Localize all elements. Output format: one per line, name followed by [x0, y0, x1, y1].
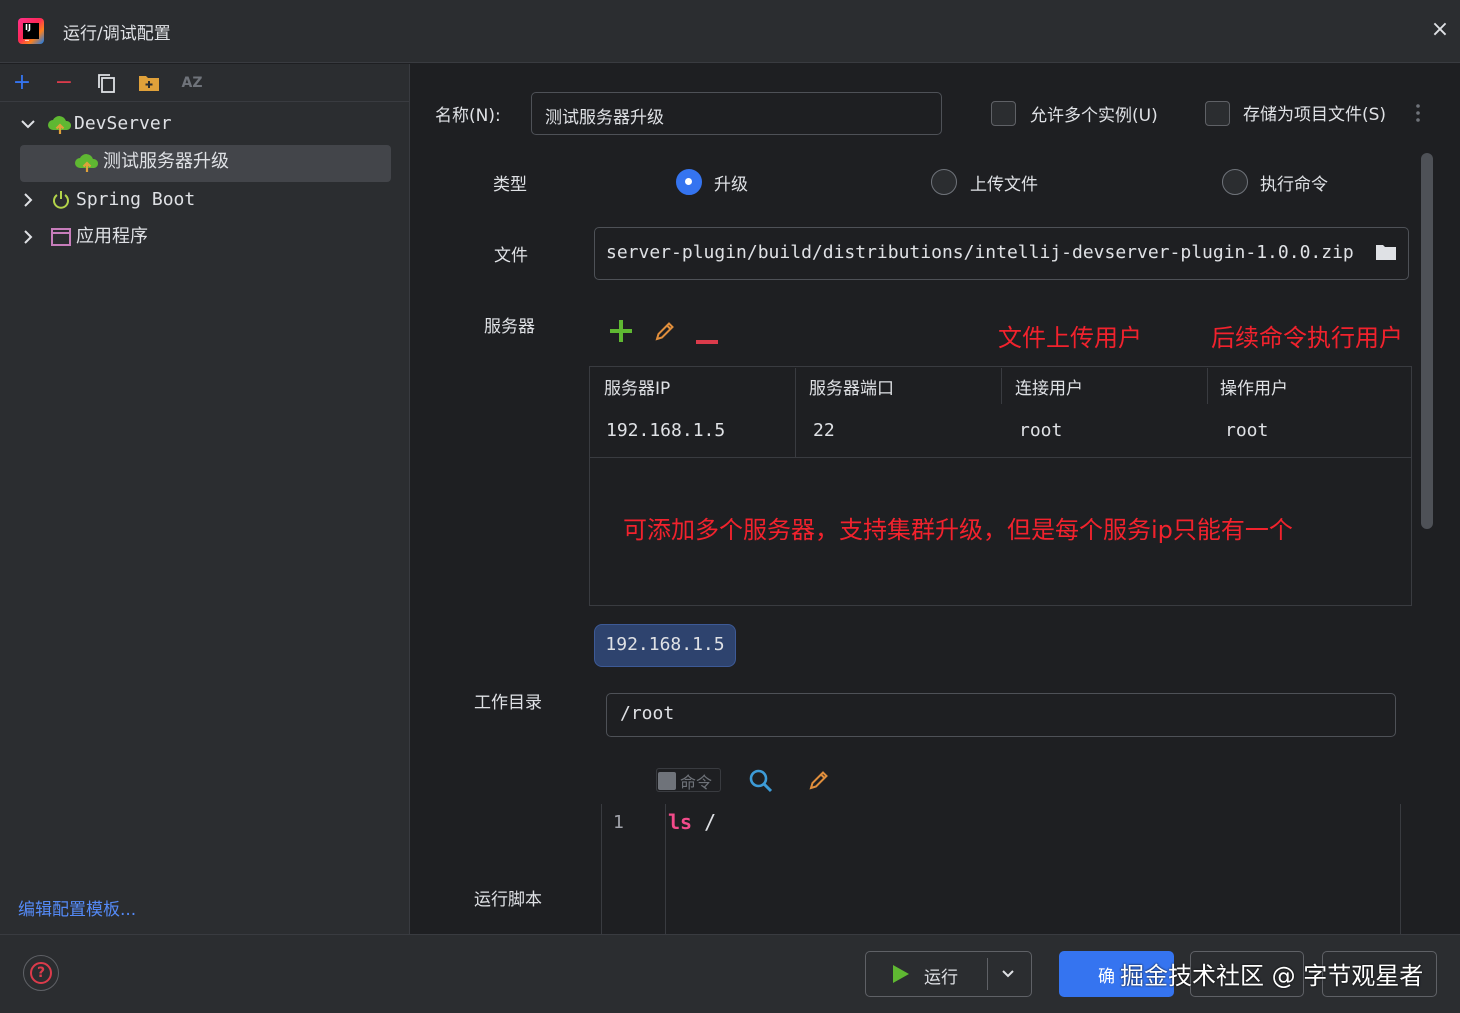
file-path-input[interactable]: server-plugin/build/distributions/intell…	[594, 227, 1409, 280]
name-input-value: 测试服务器升级	[545, 108, 664, 128]
column-divider	[795, 404, 796, 457]
line-number: 1	[613, 812, 624, 833]
watermark-text: 掘金技术社区 @ 字节观星者	[1120, 962, 1424, 990]
search-icon[interactable]	[748, 768, 774, 799]
more-options-icon[interactable]	[1415, 103, 1421, 123]
close-icon[interactable]: ×	[1428, 18, 1452, 42]
table-header[interactable]: 操作用户	[1220, 374, 1288, 399]
tree-item-label: Spring Boot	[76, 189, 196, 210]
edit-server-icon[interactable]	[653, 319, 677, 348]
row-divider	[590, 457, 1411, 458]
type-radio-upload[interactable]	[931, 169, 957, 195]
edit-script-icon[interactable]	[807, 768, 831, 797]
allow-multiple-label: 允许多个实例(U)	[1030, 106, 1158, 126]
store-as-file-label: 存储为项目文件(S)	[1243, 105, 1387, 125]
chevron-down-icon[interactable]	[1000, 965, 1016, 986]
workdir-label: 工作目录	[474, 693, 542, 713]
new-folder-icon[interactable]	[136, 70, 162, 96]
play-icon	[892, 964, 910, 989]
type-radio-exec[interactable]	[1222, 169, 1248, 195]
command-checkbox[interactable]	[658, 772, 676, 790]
annotation-upload-user: 文件上传用户	[998, 324, 1142, 352]
type-label: 类型	[493, 175, 527, 195]
run-script-label: 运行脚本	[474, 890, 542, 910]
help-icon: ?	[30, 962, 52, 984]
table-cell-ip[interactable]: 192.168.1.5	[606, 420, 725, 441]
tree-item-test-server-upgrade[interactable]: 测试服务器升级	[20, 144, 391, 180]
workdir-input[interactable]: /root	[606, 693, 1396, 737]
table-cell-conn-user[interactable]: root	[1019, 420, 1062, 441]
column-divider[interactable]	[1001, 368, 1002, 404]
tree-item-label: 应用程序	[76, 226, 148, 247]
command-label: 命令	[680, 773, 713, 792]
column-divider[interactable]	[795, 368, 796, 404]
sort-alpha-icon[interactable]: AZ	[179, 70, 205, 96]
editor-gutter-divider	[665, 804, 666, 934]
servers-label: 服务器	[484, 317, 535, 337]
window-title: 运行/调试配置	[63, 24, 171, 44]
vertical-scrollbar[interactable]	[1421, 153, 1433, 529]
remove-server-icon[interactable]	[696, 329, 718, 349]
file-label: 文件	[494, 246, 528, 266]
remove-config-icon[interactable]: −	[51, 70, 77, 96]
store-as-file-checkbox[interactable]	[1205, 101, 1230, 126]
file-path-value: server-plugin/build/distributions/intell…	[606, 242, 1354, 263]
edit-config-templates-link[interactable]: 编辑配置模板...	[18, 895, 136, 920]
name-label: 名称(N):	[435, 106, 501, 126]
chevron-right-icon	[20, 219, 36, 269]
allow-multiple-checkbox[interactable]	[991, 101, 1016, 126]
type-option-label: 上传文件	[970, 175, 1038, 195]
copy-config-icon[interactable]	[93, 70, 119, 96]
server-tab-chip[interactable]: 192.168.1.5	[594, 624, 736, 667]
script-keyword: ls	[668, 810, 693, 834]
script-line[interactable]: ls /	[668, 810, 716, 834]
table-cell-op-user[interactable]: root	[1225, 420, 1268, 441]
script-arg: /	[692, 810, 717, 834]
tree-item-label: 测试服务器升级	[103, 151, 229, 172]
add-config-icon[interactable]: +	[9, 70, 35, 96]
command-toggle[interactable]: 命令	[656, 768, 721, 792]
type-radio-upgrade[interactable]	[676, 169, 702, 195]
column-divider[interactable]	[1207, 368, 1208, 404]
add-server-icon[interactable]	[608, 318, 634, 349]
script-editor[interactable]	[601, 804, 1401, 934]
help-button[interactable]: ?	[23, 955, 59, 991]
type-option-label: 执行命令	[1260, 175, 1328, 195]
type-option-label: 升级	[714, 175, 748, 195]
table-header[interactable]: 连接用户	[1015, 374, 1083, 399]
table-cell-port[interactable]: 22	[813, 420, 835, 441]
workdir-value: /root	[620, 703, 675, 724]
annotation-exec-user: 后续命令执行用户	[1211, 324, 1403, 352]
run-button[interactable]: 运行	[865, 951, 1032, 997]
ok-label: 确	[1098, 967, 1115, 987]
application-window-icon	[50, 219, 72, 268]
table-header[interactable]: 服务器端口	[809, 374, 894, 399]
run-label: 运行	[924, 968, 958, 988]
title-bar	[0, 0, 1460, 63]
annotation-cluster: 可添加多个服务器，支持集群升级，但是每个服务ip只能有一个	[623, 516, 1293, 544]
tree-item-label: DevServer	[74, 113, 172, 134]
table-header[interactable]: 服务器IP	[604, 374, 670, 399]
intellij-logo-icon: IJ _	[18, 18, 44, 44]
name-input[interactable]: 测试服务器升级	[531, 92, 942, 135]
folder-icon[interactable]	[1375, 242, 1397, 267]
run-split-divider	[987, 958, 988, 990]
